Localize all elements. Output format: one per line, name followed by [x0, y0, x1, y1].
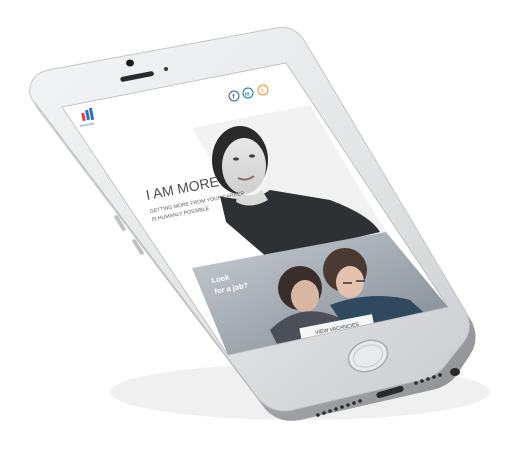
- phone-mockup-scene: Manpower ENGLISH ▾ LOGIN SIGNUP f in ≈: [0, 0, 521, 462]
- rss-icon[interactable]: ≈: [257, 84, 269, 96]
- headphone-jack: [450, 368, 460, 376]
- svg-text:in: in: [245, 92, 249, 98]
- linkedin-icon[interactable]: in: [242, 87, 254, 99]
- facebook-icon[interactable]: f: [228, 90, 240, 102]
- front-camera: [126, 59, 134, 67]
- sensor: [164, 67, 168, 71]
